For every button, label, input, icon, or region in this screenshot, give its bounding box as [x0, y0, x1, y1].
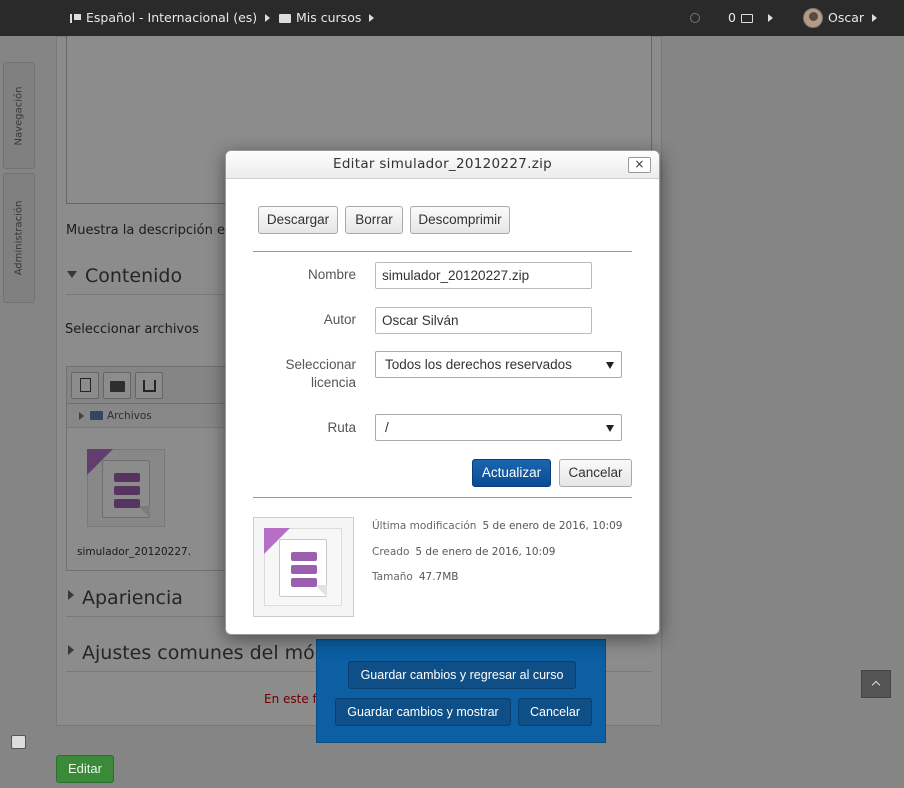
unzip-button[interactable]: Descomprimir [410, 206, 510, 234]
dialog-header: Editar simulador_20120227.zip × [226, 151, 659, 179]
my-courses-label: Mis cursos [296, 10, 362, 25]
close-icon: × [634, 157, 645, 171]
created-value: 5 de enero de 2016, 10:09 [415, 546, 556, 558]
edit-file-dialog: Editar simulador_20120227.zip × Descarga… [225, 150, 660, 635]
path-select[interactable]: / [375, 414, 622, 441]
dialog-divider [253, 251, 632, 252]
license-select[interactable]: Todos los derechos reservados [375, 351, 622, 378]
name-label: Nombre [307, 267, 356, 282]
file-preview [253, 517, 354, 617]
avatar [803, 8, 823, 28]
size-value: 47.7MB [418, 571, 459, 583]
save-return-button[interactable]: Guardar cambios y regresar al curso [348, 661, 576, 689]
delete-button[interactable]: Borrar [345, 206, 403, 234]
caret-right-icon [767, 14, 773, 22]
language-menu[interactable]: Español - Internacional (es) [70, 0, 271, 36]
bell-icon [690, 13, 700, 23]
user-menu[interactable]: Oscar [803, 0, 878, 36]
dropdown-arrow-icon [606, 362, 614, 369]
messages-count: 0 [728, 10, 736, 25]
close-button[interactable]: × [628, 157, 651, 173]
dialog-title: Editar simulador_20120227.zip [332, 156, 552, 172]
briefcase-icon [279, 13, 291, 23]
top-navbar: Español - Internacional (es) Mis cursos … [0, 0, 904, 36]
modified-label: Última modificación [372, 520, 477, 532]
flag-icon [70, 13, 81, 23]
size-info: Tamaño 47.7MB [372, 571, 459, 583]
scroll-to-top-button[interactable] [861, 670, 891, 698]
dialog-divider [253, 497, 632, 498]
caret-right-icon [872, 14, 878, 22]
zip-file-preview-icon [264, 528, 342, 606]
update-button[interactable]: Actualizar [472, 459, 551, 487]
dropdown-arrow-icon [606, 425, 614, 432]
name-input[interactable]: simulador_20120227.zip [375, 262, 592, 289]
envelope-icon [740, 13, 753, 23]
license-selected-value: Todos los derechos reservados [385, 357, 572, 372]
size-label: Tamaño [372, 571, 413, 583]
author-input[interactable]: Oscar Silván [375, 307, 592, 334]
edit-button[interactable]: Editar [56, 755, 114, 783]
author-label: Autor [323, 312, 356, 327]
caret-right-icon [369, 14, 375, 22]
notifications-toggle[interactable] [690, 0, 700, 36]
dock-icon[interactable] [11, 735, 26, 749]
download-button[interactable]: Descargar [258, 206, 338, 234]
caret-right-icon [265, 14, 271, 22]
language-label: Español - Internacional (es) [86, 10, 258, 25]
path-label: Ruta [327, 420, 356, 435]
save-show-button[interactable]: Guardar cambios y mostrar [335, 698, 511, 726]
path-selected-value: / [385, 420, 389, 435]
my-courses-menu[interactable]: Mis cursos [279, 0, 375, 36]
cancel-button[interactable]: Cancelar [559, 459, 632, 487]
messages-menu[interactable]: 0 [728, 0, 773, 36]
created-label: Creado [372, 546, 410, 558]
form-actions-panel [316, 639, 606, 743]
cancel-form-button[interactable]: Cancelar [518, 698, 592, 726]
modified-info: Última modificación 5 de enero de 2016, 1… [372, 520, 623, 532]
user-name: Oscar [828, 10, 865, 25]
modified-value: 5 de enero de 2016, 10:09 [482, 520, 623, 532]
license-label: Seleccionar licencia [285, 357, 356, 390]
created-info: Creado 5 de enero de 2016, 10:09 [372, 546, 555, 558]
